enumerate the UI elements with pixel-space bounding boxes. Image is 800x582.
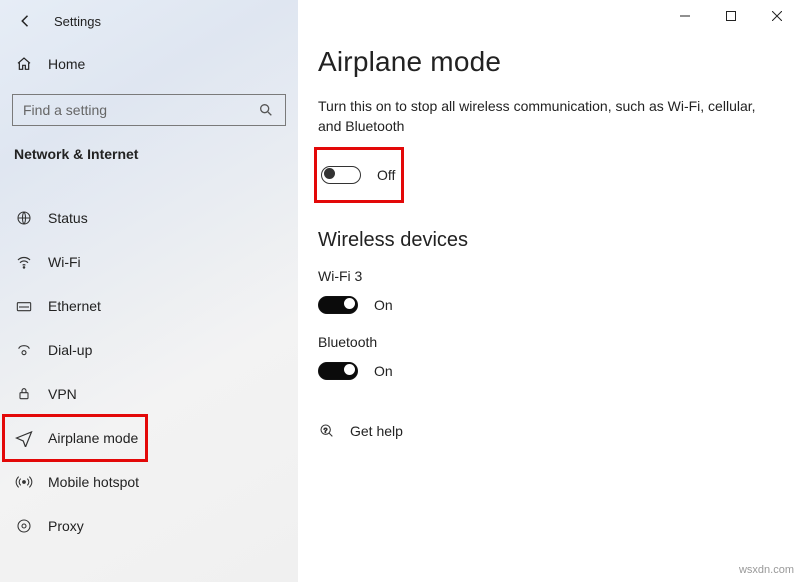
category-title: Network & Internet xyxy=(0,140,298,178)
nav-list: Status Wi-Fi Ethernet Dial-up VPN xyxy=(0,196,298,548)
main-pane: Airplane mode Turn this on to stop all w… xyxy=(298,0,800,582)
toggle-knob xyxy=(344,364,355,375)
nav-dialup[interactable]: Dial-up xyxy=(0,328,298,372)
bluetooth-toggle[interactable] xyxy=(318,362,358,380)
nav-ethernet[interactable]: Ethernet xyxy=(0,284,298,328)
airplane-toggle-state: Off xyxy=(377,167,395,183)
page-title: Airplane mode xyxy=(318,46,800,78)
hotspot-icon xyxy=(14,472,34,492)
bluetooth-toggle-state: On xyxy=(374,363,393,379)
home-label: Home xyxy=(48,56,85,72)
nav-airplane[interactable]: Airplane mode xyxy=(0,416,298,460)
wifi-label: Wi-Fi 3 xyxy=(318,268,800,284)
watermark: wsxdn.com xyxy=(739,564,794,576)
proxy-icon xyxy=(14,516,34,536)
sidebar: Settings Home Network & Internet Status … xyxy=(0,0,298,582)
vpn-icon xyxy=(14,384,34,404)
wifi-toggle-state: On xyxy=(374,297,393,313)
nav-vpn[interactable]: VPN xyxy=(0,372,298,416)
toggle-knob xyxy=(344,298,355,309)
nav-label: Ethernet xyxy=(48,298,101,314)
back-button[interactable] xyxy=(12,7,40,35)
close-button[interactable] xyxy=(754,2,800,30)
toggle-knob xyxy=(324,168,335,179)
dialup-icon xyxy=(14,340,34,360)
minimize-button[interactable] xyxy=(662,2,708,30)
get-help-link[interactable]: ? Get help xyxy=(318,422,800,440)
maximize-button[interactable] xyxy=(708,2,754,30)
home-button[interactable]: Home xyxy=(0,44,298,84)
nav-label: Dial-up xyxy=(48,342,92,358)
search-container xyxy=(12,94,286,126)
wifi-icon xyxy=(14,252,34,272)
bluetooth-label: Bluetooth xyxy=(318,334,800,350)
nav-label: VPN xyxy=(48,386,77,402)
nav-status[interactable]: Status xyxy=(0,196,298,240)
search-input[interactable] xyxy=(12,94,286,126)
nav-wifi[interactable]: Wi-Fi xyxy=(0,240,298,284)
search-icon xyxy=(258,102,274,118)
nav-label: Wi-Fi xyxy=(48,254,81,270)
nav-label: Status xyxy=(48,210,88,226)
nav-label: Mobile hotspot xyxy=(48,474,139,490)
help-icon: ? xyxy=(318,422,336,440)
highlight-toggle: Off xyxy=(314,147,404,203)
wireless-header: Wireless devices xyxy=(318,229,800,252)
nav-label: Airplane mode xyxy=(48,430,138,446)
window-controls xyxy=(662,2,800,30)
nav-hotspot[interactable]: Mobile hotspot xyxy=(0,460,298,504)
help-label: Get help xyxy=(350,423,403,439)
globe-icon xyxy=(14,208,34,228)
ethernet-icon xyxy=(14,296,34,316)
svg-text:?: ? xyxy=(324,427,328,434)
airplane-toggle[interactable] xyxy=(321,166,361,184)
airplane-icon xyxy=(14,428,34,448)
nav-proxy[interactable]: Proxy xyxy=(0,504,298,548)
home-icon xyxy=(14,56,34,72)
app-title: Settings xyxy=(54,14,101,29)
page-description: Turn this on to stop all wireless commun… xyxy=(318,96,758,137)
nav-label: Proxy xyxy=(48,518,84,534)
wifi-toggle[interactable] xyxy=(318,296,358,314)
sidebar-top: Settings xyxy=(0,0,298,42)
